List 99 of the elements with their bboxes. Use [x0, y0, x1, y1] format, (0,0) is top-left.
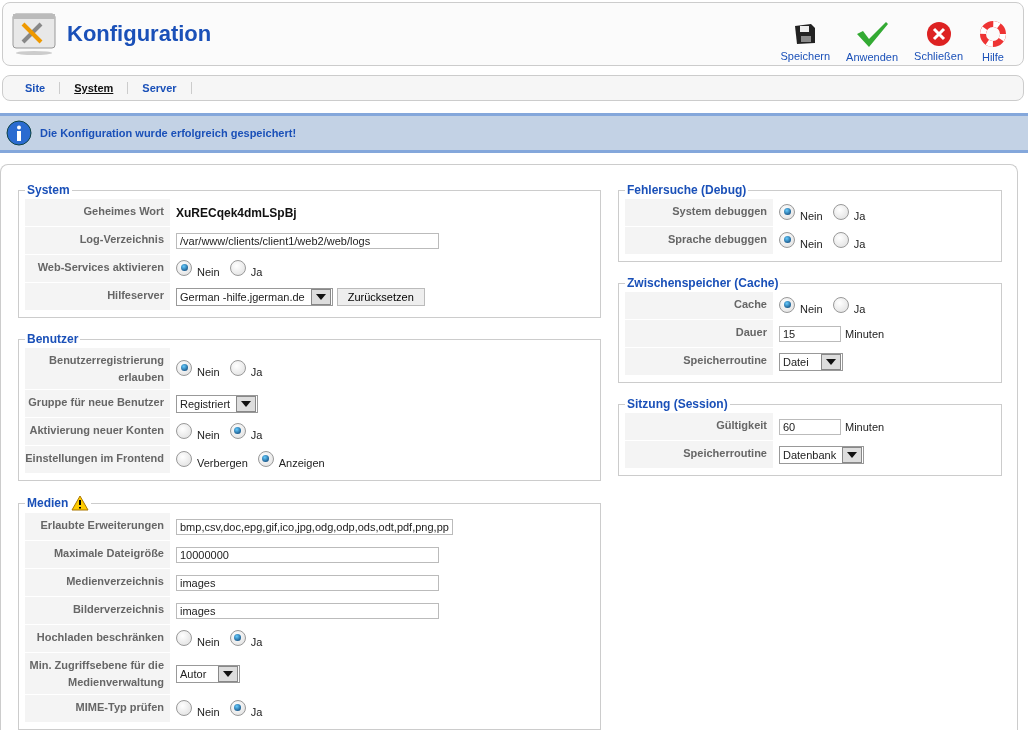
field-label: Medienverzeichnis	[25, 569, 170, 596]
radio-label: Ja	[853, 302, 866, 315]
radio-button[interactable]	[176, 359, 192, 376]
radio-button[interactable]	[779, 231, 795, 248]
field-label: Benutzerregistrierung erlauben	[25, 348, 170, 389]
dropdown-arrow-icon	[826, 358, 836, 365]
group-title: Fehlersuche (Debug)	[627, 183, 747, 197]
tab[interactable]: Site	[11, 82, 61, 94]
input-field[interactable]: 15	[779, 325, 841, 342]
radio-button[interactable]	[176, 629, 192, 646]
radio-label: Nein	[800, 302, 823, 315]
group-title: Zwischenspeicher (Cache)	[627, 276, 779, 290]
toolbar-button[interactable]: Anwenden	[838, 19, 907, 63]
field-label: Hochladen beschränken	[25, 625, 170, 652]
radio-label: Nein	[197, 265, 220, 278]
field-label: Speicherroutine	[625, 441, 773, 468]
input-field[interactable]: 10000000	[176, 546, 439, 563]
dropdown[interactable]: Datenbank	[779, 445, 865, 464]
lifebuoy-icon	[979, 19, 1007, 48]
radio-label: Ja	[250, 705, 263, 718]
radio-button[interactable]	[229, 699, 246, 716]
radio-button[interactable]	[229, 359, 246, 376]
message-text: Die Konfiguration wurde erfolgreich gespeichert!	[40, 127, 297, 139]
radio-label: Nein	[800, 209, 823, 222]
dropdown-arrow-icon	[223, 670, 233, 677]
radio-button[interactable]	[779, 203, 795, 220]
field-label: Min. Zugriffsebene für die Medienverwaltung	[25, 653, 170, 694]
field-label: Dauer	[625, 320, 773, 347]
field-label: Gültigkeit	[625, 413, 773, 440]
field-label: Einstellungen im Frontend	[25, 446, 170, 473]
reset-button[interactable]: Zurücksetzen	[336, 287, 425, 306]
radio-button[interactable]	[176, 450, 192, 467]
field-label: Log-Verzeichnis	[25, 227, 170, 254]
toolbar-button[interactable]: Speichern	[772, 20, 839, 62]
radio-button[interactable]	[176, 259, 192, 276]
radio-label: Nein	[197, 428, 220, 441]
page-title: Konfiguration	[67, 21, 212, 47]
radio-button[interactable]	[832, 203, 849, 220]
radio-label: Verbergen	[197, 456, 248, 469]
radio-label: Nein	[800, 237, 823, 250]
group-title: Benutzer	[27, 332, 79, 346]
input-field[interactable]: images	[176, 574, 439, 591]
field-label: Maximale Dateigröße	[25, 541, 170, 568]
field-label: Hilfeserver	[25, 283, 170, 310]
dropdown-arrow-icon	[847, 451, 858, 458]
field-label: Sprache debuggen	[625, 227, 773, 254]
group-title: System	[27, 183, 70, 197]
dropdown[interactable]: Datei	[779, 352, 843, 371]
input-field[interactable]: 60	[779, 418, 841, 435]
tab[interactable]: System	[60, 82, 129, 94]
radio-button[interactable]	[176, 699, 192, 716]
radio-label: Ja	[250, 265, 263, 278]
info-icon	[6, 120, 32, 146]
secret-value: XuRECqek4dmLSpBj	[176, 205, 297, 220]
field-label: System debuggen	[625, 199, 773, 226]
radio-button[interactable]	[229, 259, 246, 276]
close-icon	[925, 20, 952, 47]
tools-icon	[11, 12, 57, 56]
radio-button[interactable]	[832, 231, 849, 248]
field-label: Cache	[625, 292, 773, 319]
field-label: Aktivierung neuer Konten	[25, 418, 170, 445]
toolbar-button[interactable]: Hilfe	[971, 19, 1015, 63]
field-label: Bilderverzeichnis	[25, 597, 170, 624]
dropdown-arrow-icon	[315, 293, 326, 300]
radio-label: Ja	[250, 635, 263, 648]
radio-label: Anzeigen	[278, 456, 325, 469]
radio-button[interactable]	[257, 450, 274, 467]
input-field[interactable]: /var/www/clients/client1/web2/web/logs	[176, 232, 439, 249]
dropdown[interactable]: German -hilfe.jgerman.de	[176, 287, 333, 306]
radio-button[interactable]	[229, 422, 246, 439]
radio-label: Ja	[853, 237, 866, 250]
input-field[interactable]: images	[176, 602, 439, 619]
field-label: Erlaubte Erweiterungen	[25, 513, 170, 540]
checkmark-icon	[855, 19, 890, 48]
field-label: Gruppe für neue Benutzer	[25, 390, 170, 417]
input-field[interactable]: bmp,csv,doc,epg,gif,ico,jpg,odg,odp,ods,odt,pdf,png,pp	[176, 518, 453, 535]
unit-label: Minuten	[845, 327, 885, 340]
radio-button[interactable]	[832, 296, 849, 313]
field-label: MIME-Typ prüfen	[25, 695, 170, 722]
toolbar-button[interactable]: Schließen	[906, 20, 971, 62]
radio-button[interactable]	[779, 296, 795, 313]
unit-label: Minuten	[845, 420, 885, 433]
radio-label: Ja	[250, 428, 263, 441]
radio-label: Ja	[250, 365, 263, 378]
radio-label: Ja	[853, 209, 866, 222]
dropdown[interactable]: Autor	[176, 664, 240, 683]
dropdown-arrow-icon	[241, 400, 252, 407]
radio-button[interactable]	[176, 422, 192, 439]
dropdown[interactable]: Registriert	[176, 394, 259, 413]
tab[interactable]: Server	[128, 82, 192, 94]
group-title: Sitzung (Session)	[627, 397, 728, 411]
radio-label: Nein	[197, 635, 220, 648]
radio-button[interactable]	[229, 629, 246, 646]
radio-label: Nein	[197, 705, 220, 718]
field-label: Speicherroutine	[625, 348, 773, 375]
group-title: Medien	[27, 496, 69, 510]
field-label: Geheimes Wort	[25, 199, 170, 226]
field-label: Web-Services aktivieren	[25, 255, 170, 282]
radio-label: Nein	[197, 365, 220, 378]
